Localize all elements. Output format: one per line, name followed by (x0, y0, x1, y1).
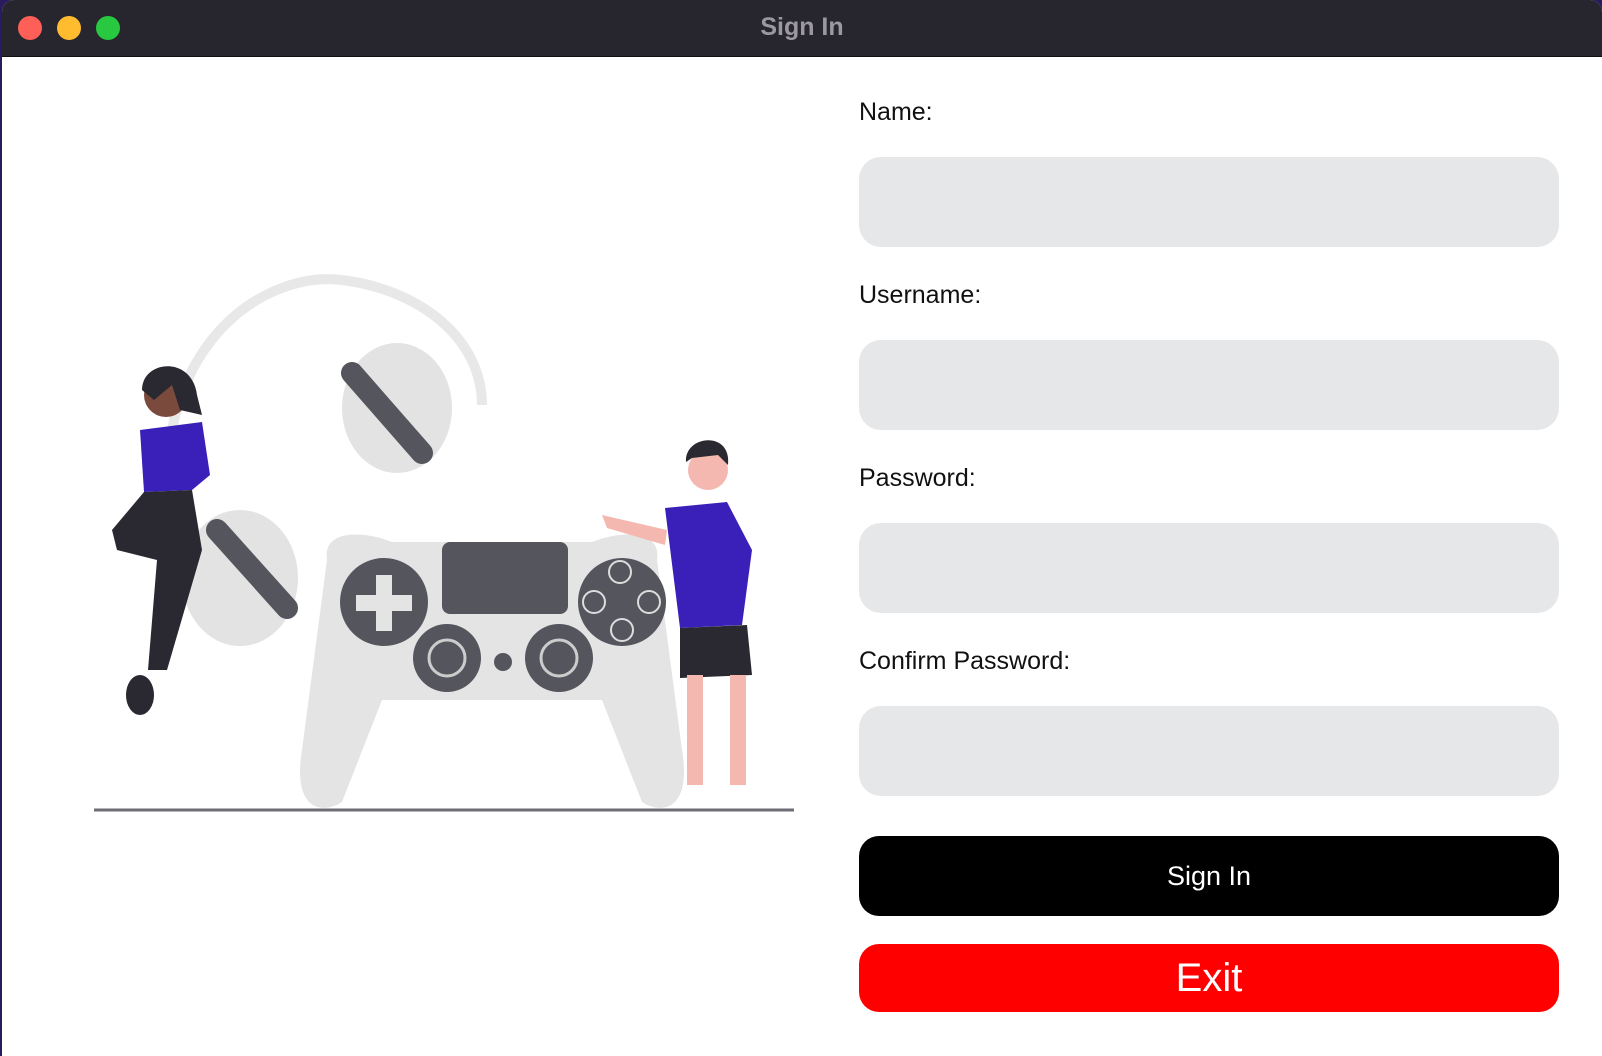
woman-shoe (126, 675, 154, 715)
sign-in-window: Sign In Name: Username: Password: Confir… (2, 0, 1602, 1056)
password-label: Password: (859, 464, 976, 492)
man-leg-left (687, 675, 703, 785)
confirm-password-label: Confirm Password: (859, 647, 1071, 675)
sign-in-button[interactable]: Sign In (859, 836, 1559, 916)
ps-button (494, 653, 512, 671)
man-leg-right (730, 675, 746, 785)
password-input[interactable] (859, 523, 1559, 613)
headphone-cup-left (182, 510, 298, 646)
window-title: Sign In (760, 13, 844, 41)
gamers-controller-illustration (94, 274, 794, 812)
confirm-password-input[interactable] (859, 706, 1559, 796)
woman-shirt (140, 422, 210, 492)
controller-buttons-base (578, 558, 666, 646)
controller-touchpad (442, 542, 568, 614)
right-stick (525, 624, 593, 692)
man-shorts (680, 625, 752, 678)
woman-legs (112, 490, 202, 670)
username-input[interactable] (859, 340, 1559, 430)
name-input[interactable] (859, 157, 1559, 247)
title-bar: Sign In (2, 0, 1602, 57)
username-label: Username: (859, 281, 982, 309)
man-shirt (665, 502, 752, 628)
left-stick (413, 624, 481, 692)
name-label: Name: (859, 98, 933, 126)
exit-button[interactable]: Exit (859, 944, 1559, 1012)
